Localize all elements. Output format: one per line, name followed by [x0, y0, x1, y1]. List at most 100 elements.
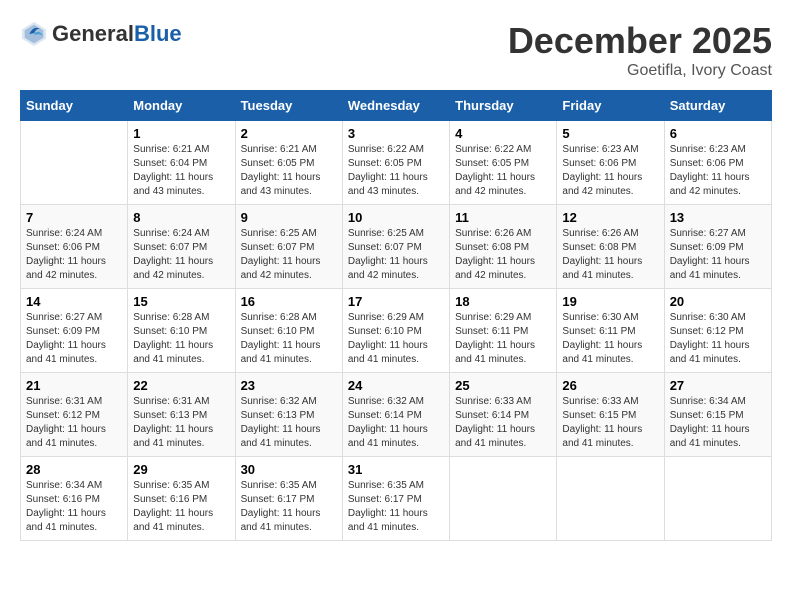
day-number: 27: [670, 378, 766, 393]
calendar-cell: 8Sunrise: 6:24 AMSunset: 6:07 PMDaylight…: [128, 205, 235, 289]
calendar-cell: 7Sunrise: 6:24 AMSunset: 6:06 PMDaylight…: [21, 205, 128, 289]
day-number: 30: [241, 462, 337, 477]
day-info: Sunrise: 6:26 AMSunset: 6:08 PMDaylight:…: [562, 227, 658, 283]
calendar-table: Sunday Monday Tuesday Wednesday Thursday…: [20, 90, 772, 541]
day-info: Sunrise: 6:22 AMSunset: 6:05 PMDaylight:…: [348, 143, 444, 199]
day-number: 6: [670, 126, 766, 141]
day-number: 23: [241, 378, 337, 393]
calendar-cell: 12Sunrise: 6:26 AMSunset: 6:08 PMDayligh…: [557, 205, 664, 289]
col-monday: Monday: [128, 91, 235, 121]
calendar-cell: 16 Sunrise: 6:28 AMSunset: 6:10 PMDayligh…: [235, 289, 342, 373]
day-info: Sunrise: 6:32 AMSunset: 6:14 PMDaylight:…: [348, 395, 444, 451]
calendar-cell: 29 Sunrise: 6:35 AMSunset: 6:16 PMDayligh…: [128, 457, 235, 541]
day-number: 18: [455, 294, 551, 309]
day-number: 20: [670, 294, 766, 309]
location-subtitle: Goetifla, Ivory Coast: [508, 62, 772, 80]
calendar-cell: 20 Sunrise: 6:30 AMSunset: 6:12 PMDayligh…: [664, 289, 771, 373]
day-number: 28: [26, 462, 122, 477]
day-number: 22: [133, 378, 229, 393]
day-info: Sunrise: 6:23 AMSunset: 6:06 PMDaylight:…: [562, 143, 658, 199]
calendar-cell: 9Sunrise: 6:25 AMSunset: 6:07 PMDaylight…: [235, 205, 342, 289]
day-number: 14: [26, 294, 122, 309]
day-info: Sunrise: 6:31 AMSunset: 6:13 PMDaylight:…: [133, 395, 229, 451]
calendar-cell: 5 Sunrise: 6:23 AMSunset: 6:06 PMDaylight…: [557, 121, 664, 205]
day-info: Sunrise: 6:27 AMSunset: 6:09 PMDaylight:…: [670, 227, 766, 283]
day-info: Sunrise: 6:35 AMSunset: 6:17 PMDaylight:…: [241, 479, 337, 535]
day-number: 1: [133, 126, 229, 141]
day-info: Sunrise: 6:35 AMSunset: 6:17 PMDaylight:…: [348, 479, 444, 535]
page-header: GeneralBlue December 2025 Goetifla, Ivor…: [20, 20, 772, 80]
day-info: Sunrise: 6:30 AMSunset: 6:11 PMDaylight:…: [562, 311, 658, 367]
day-info: Sunrise: 6:33 AMSunset: 6:14 PMDaylight:…: [455, 395, 551, 451]
calendar-cell: 10 Sunrise: 6:25 AMSunset: 6:07 PMDayligh…: [342, 205, 449, 289]
day-info: Sunrise: 6:30 AMSunset: 6:12 PMDaylight:…: [670, 311, 766, 367]
day-info: Sunrise: 6:27 AMSunset: 6:09 PMDaylight:…: [26, 311, 122, 367]
col-saturday: Saturday: [664, 91, 771, 121]
calendar-header-row: Sunday Monday Tuesday Wednesday Thursday…: [21, 91, 772, 121]
day-info: Sunrise: 6:21 AMSunset: 6:05 PMDaylight:…: [241, 143, 337, 199]
day-info: Sunrise: 6:22 AMSunset: 6:05 PMDaylight:…: [455, 143, 551, 199]
day-number: 3: [348, 126, 444, 141]
day-number: 10: [348, 210, 444, 225]
day-number: 5: [562, 126, 658, 141]
calendar-cell: 19 Sunrise: 6:30 AMSunset: 6:11 PMDayligh…: [557, 289, 664, 373]
calendar-cell: 31Sunrise: 6:35 AMSunset: 6:17 PMDayligh…: [342, 457, 449, 541]
calendar-cell: 11 Sunrise: 6:26 AMSunset: 6:08 PMDayligh…: [450, 205, 557, 289]
day-number: 19: [562, 294, 658, 309]
col-tuesday: Tuesday: [235, 91, 342, 121]
day-info: Sunrise: 6:24 AMSunset: 6:06 PMDaylight:…: [26, 227, 122, 283]
calendar-cell: 18 Sunrise: 6:29 AMSunset: 6:11 PMDayligh…: [450, 289, 557, 373]
calendar-cell: [557, 457, 664, 541]
calendar-cell: 26 Sunrise: 6:33 AMSunset: 6:15 PMDayligh…: [557, 373, 664, 457]
calendar-cell: 3 Sunrise: 6:22 AMSunset: 6:05 PMDaylight…: [342, 121, 449, 205]
calendar-cell: 23 Sunrise: 6:32 AMSunset: 6:13 PMDayligh…: [235, 373, 342, 457]
col-wednesday: Wednesday: [342, 91, 449, 121]
day-info: Sunrise: 6:23 AMSunset: 6:06 PMDaylight:…: [670, 143, 766, 199]
logo-text: GeneralBlue: [52, 22, 182, 46]
day-info: Sunrise: 6:33 AMSunset: 6:15 PMDaylight:…: [562, 395, 658, 451]
calendar-cell: 30 Sunrise: 6:35 AMSunset: 6:17 PMDayligh…: [235, 457, 342, 541]
logo: GeneralBlue: [20, 20, 182, 48]
col-sunday: Sunday: [21, 91, 128, 121]
day-info: Sunrise: 6:28 AMSunset: 6:10 PMDaylight:…: [133, 311, 229, 367]
calendar-cell: [21, 121, 128, 205]
day-info: Sunrise: 6:32 AMSunset: 6:13 PMDaylight:…: [241, 395, 337, 451]
col-thursday: Thursday: [450, 91, 557, 121]
calendar-cell: 28 Sunrise: 6:34 AMSunset: 6:16 PMDayligh…: [21, 457, 128, 541]
calendar-cell: 24Sunrise: 6:32 AMSunset: 6:14 PMDayligh…: [342, 373, 449, 457]
calendar-week-row: 7Sunrise: 6:24 AMSunset: 6:06 PMDaylight…: [21, 205, 772, 289]
day-number: 13: [670, 210, 766, 225]
day-info: Sunrise: 6:28 AMSunset: 6:10 PMDaylight:…: [241, 311, 337, 367]
calendar-cell: 2 Sunrise: 6:21 AMSunset: 6:05 PMDaylight…: [235, 121, 342, 205]
day-number: 26: [562, 378, 658, 393]
calendar-cell: 15 Sunrise: 6:28 AMSunset: 6:10 PMDayligh…: [128, 289, 235, 373]
day-number: 15: [133, 294, 229, 309]
day-number: 25: [455, 378, 551, 393]
calendar-week-row: 21Sunrise: 6:31 AMSunset: 6:12 PMDayligh…: [21, 373, 772, 457]
calendar-cell: 4Sunrise: 6:22 AMSunset: 6:05 PMDaylight…: [450, 121, 557, 205]
logo-icon: [20, 20, 48, 48]
calendar-cell: 14 Sunrise: 6:27 AMSunset: 6:09 PMDayligh…: [21, 289, 128, 373]
day-info: Sunrise: 6:35 AMSunset: 6:16 PMDaylight:…: [133, 479, 229, 535]
day-info: Sunrise: 6:26 AMSunset: 6:08 PMDaylight:…: [455, 227, 551, 283]
calendar-cell: 17Sunrise: 6:29 AMSunset: 6:10 PMDayligh…: [342, 289, 449, 373]
calendar-cell: 21Sunrise: 6:31 AMSunset: 6:12 PMDayligh…: [21, 373, 128, 457]
calendar-cell: 13 Sunrise: 6:27 AMSunset: 6:09 PMDayligh…: [664, 205, 771, 289]
day-number: 11: [455, 210, 551, 225]
calendar-cell: [664, 457, 771, 541]
day-info: Sunrise: 6:21 AMSunset: 6:04 PMDaylight:…: [133, 143, 229, 199]
day-info: Sunrise: 6:29 AMSunset: 6:11 PMDaylight:…: [455, 311, 551, 367]
day-info: Sunrise: 6:34 AMSunset: 6:16 PMDaylight:…: [26, 479, 122, 535]
day-info: Sunrise: 6:24 AMSunset: 6:07 PMDaylight:…: [133, 227, 229, 283]
calendar-cell: 25 Sunrise: 6:33 AMSunset: 6:14 PMDayligh…: [450, 373, 557, 457]
day-number: 29: [133, 462, 229, 477]
calendar-week-row: 14 Sunrise: 6:27 AMSunset: 6:09 PMDayligh…: [21, 289, 772, 373]
calendar-week-row: 28 Sunrise: 6:34 AMSunset: 6:16 PMDayligh…: [21, 457, 772, 541]
day-number: 16: [241, 294, 337, 309]
title-area: December 2025 Goetifla, Ivory Coast: [508, 20, 772, 80]
calendar-cell: 6 Sunrise: 6:23 AMSunset: 6:06 PMDaylight…: [664, 121, 771, 205]
day-info: Sunrise: 6:25 AMSunset: 6:07 PMDaylight:…: [348, 227, 444, 283]
calendar-cell: [450, 457, 557, 541]
day-number: 17: [348, 294, 444, 309]
day-number: 2: [241, 126, 337, 141]
